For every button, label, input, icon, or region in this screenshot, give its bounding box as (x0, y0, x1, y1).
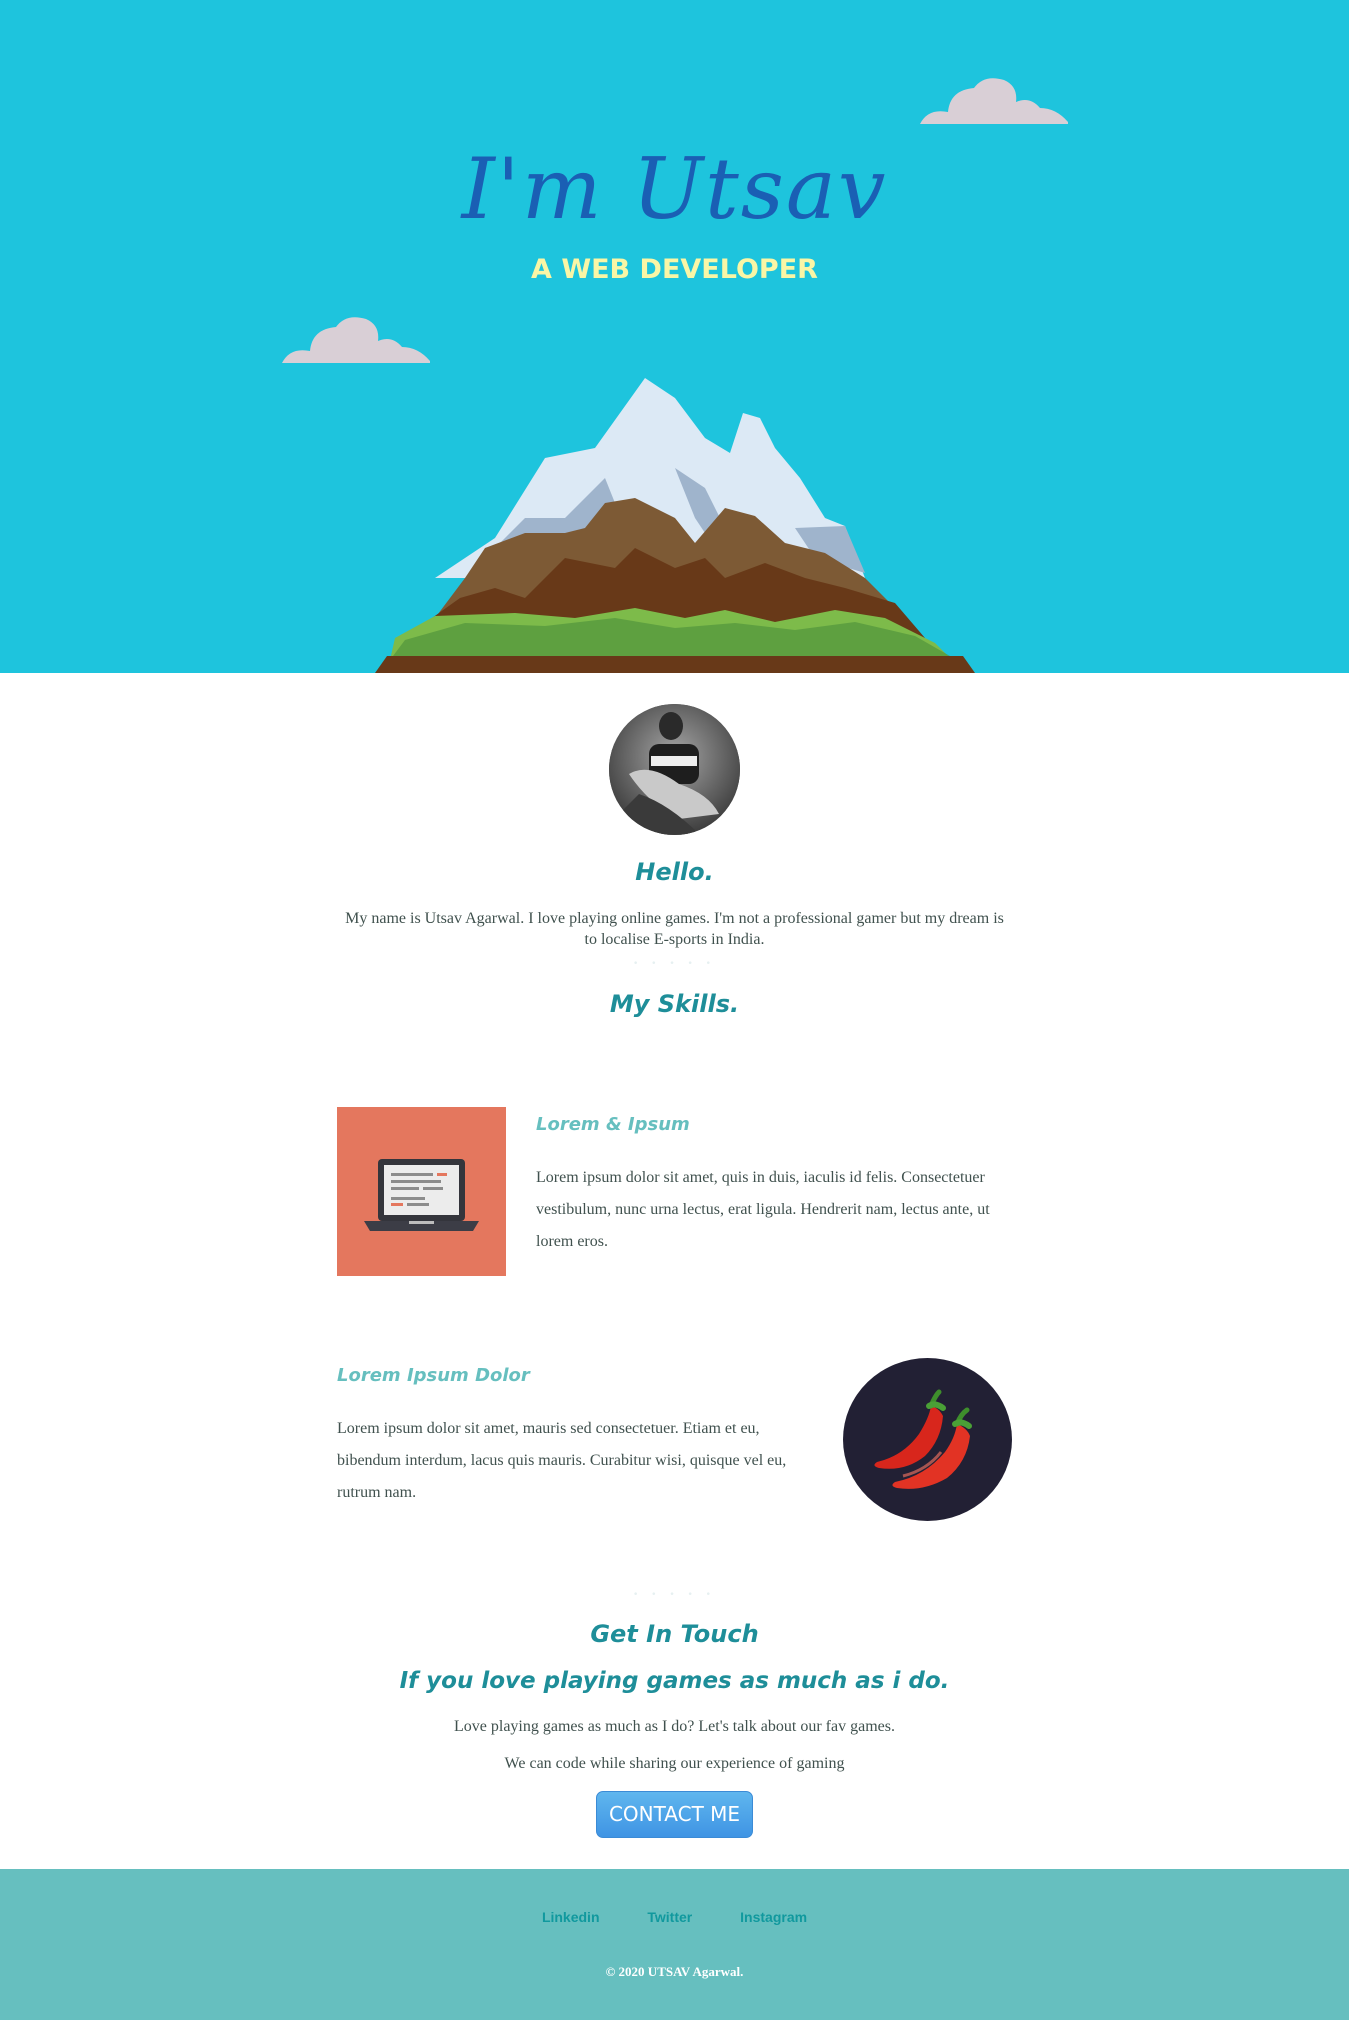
contact-text: Love playing games as much as I do? Let'… (454, 1718, 895, 1735)
cloud-icon (282, 317, 430, 363)
hero-title: I'm Utsav (461, 140, 888, 238)
skill-image-chili (843, 1358, 1012, 1521)
instagram-link[interactable]: Instagram (740, 1909, 807, 1925)
footer: Linkedin Twitter Instagram © 2020 UTSAV … (0, 1869, 1349, 2020)
hello-heading: Hello. (635, 858, 714, 886)
contact-heading: Get In Touch (590, 1620, 759, 1648)
mountain-illustration (375, 378, 975, 673)
skill-title: Lorem Ipsum Dolor (337, 1365, 530, 1386)
skill-image-laptop (337, 1107, 506, 1276)
contact-me-button[interactable]: CONTACT ME (596, 1791, 753, 1838)
divider: • • • • • (633, 1590, 716, 1600)
contact-subheading: If you love playing games as much as i d… (399, 1668, 950, 1694)
profile-photo-icon (609, 704, 740, 835)
divider: • • • • • (633, 959, 716, 969)
skill-title: Lorem & Ipsum (536, 1114, 690, 1135)
about-text: My name is Utsav Agarwal. I love playing… (345, 910, 1004, 948)
skills-heading: My Skills. (609, 990, 740, 1018)
footer-links: Linkedin Twitter Instagram (0, 1909, 1349, 1925)
hero-section: I'm Utsav A WEB DEVELOPER (0, 0, 1349, 673)
laptop-icon (364, 1159, 479, 1231)
twitter-link[interactable]: Twitter (647, 1909, 692, 1925)
linkedin-link[interactable]: Linkedin (542, 1909, 600, 1925)
copyright: © 2020 UTSAV Agarwal. (605, 1964, 744, 1979)
contact-text: We can code while sharing our experience… (504, 1755, 845, 1772)
hero-subtitle: A WEB DEVELOPER (531, 254, 818, 285)
skill-text: Lorem ipsum dolor sit amet, quis in duis… (536, 1169, 990, 1250)
chili-pepper-icon (874, 1389, 972, 1489)
avatar (609, 704, 740, 835)
cloud-icon (920, 78, 1068, 124)
skill-text: Lorem ipsum dolor sit amet, mauris sed c… (337, 1420, 787, 1501)
